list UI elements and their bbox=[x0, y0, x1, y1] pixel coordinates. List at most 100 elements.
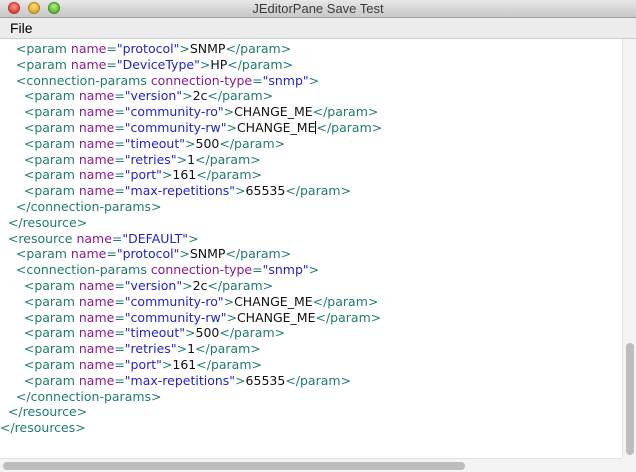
xml-tag: > bbox=[161, 167, 173, 183]
vertical-scroll-thumb[interactable] bbox=[626, 343, 634, 455]
code-line: <param name="port">161</param> bbox=[0, 167, 382, 183]
xml-tag: </connection-params> bbox=[0, 198, 162, 214]
code-line: <param name="DeviceType">HP</param> bbox=[0, 57, 382, 73]
code-line: <connection-params connection-type="snmp… bbox=[0, 262, 382, 278]
xml-tag: > bbox=[179, 41, 190, 56]
xml-attribute-name: name bbox=[70, 56, 107, 72]
code-line: <param name="version">2c</param> bbox=[0, 88, 382, 104]
xml-tag: </resource> bbox=[0, 404, 88, 420]
xml-tag: </param> bbox=[195, 151, 261, 167]
code-line: <param name="retries">1</param> bbox=[0, 341, 382, 357]
xml-tag: = bbox=[114, 119, 125, 135]
xml-attribute-value: "timeout" bbox=[124, 135, 186, 151]
xml-tag: > bbox=[185, 325, 196, 341]
xml-attribute-value: "max-repetitions" bbox=[124, 372, 236, 388]
xml-tag: </param> bbox=[207, 88, 274, 104]
xml-text: HP bbox=[210, 56, 228, 72]
xml-tag: </param> bbox=[285, 372, 352, 388]
horizontal-scrollbar[interactable] bbox=[0, 458, 622, 472]
code-line: <param name="protocol">SNMP</param> bbox=[0, 246, 382, 262]
xml-tag: </param> bbox=[225, 246, 292, 262]
xml-tag: <connection-params bbox=[0, 72, 151, 88]
xml-attribute-name: name bbox=[78, 325, 115, 341]
xml-tag: <resource bbox=[0, 230, 77, 246]
xml-tag: > bbox=[199, 56, 211, 72]
xml-text: CHANGE_ME bbox=[234, 293, 313, 309]
xml-tag: </param> bbox=[312, 104, 379, 120]
code-line: <param name="community-ro">CHANGE_ME</pa… bbox=[0, 104, 382, 120]
xml-tag: = bbox=[114, 293, 125, 309]
xml-attribute-name: name bbox=[78, 293, 115, 309]
xml-tag: </param> bbox=[196, 356, 262, 372]
editor-pane[interactable]: <param name="protocol">SNMP</param> <par… bbox=[0, 39, 622, 458]
xml-tag: </param> bbox=[312, 293, 379, 309]
xml-attribute-name: name bbox=[70, 41, 107, 56]
xml-attribute-value: "version" bbox=[124, 88, 183, 104]
xml-text: 161 bbox=[172, 356, 197, 372]
xml-tag: </param> bbox=[227, 56, 293, 72]
xml-tag: = bbox=[252, 262, 263, 278]
xml-tag: <param bbox=[0, 167, 79, 183]
code-line: </connection-params> bbox=[0, 199, 382, 215]
xml-tag: > bbox=[176, 341, 188, 357]
xml-tag: <param bbox=[0, 151, 79, 167]
xml-tag: > bbox=[226, 119, 237, 135]
xml-attribute-name: name bbox=[78, 135, 115, 151]
code-line: <param name="version">2c</param> bbox=[0, 278, 382, 294]
xml-tag: = bbox=[114, 325, 125, 341]
code-line: </resource> bbox=[0, 215, 382, 231]
xml-tag: > bbox=[308, 262, 320, 278]
window-title: JEditorPane Save Test bbox=[252, 1, 384, 16]
xml-tag: > bbox=[223, 104, 235, 120]
xml-attribute-name: name bbox=[78, 167, 115, 183]
xml-tag: > bbox=[188, 230, 199, 246]
xml-text: 1 bbox=[187, 151, 196, 167]
xml-attribute-name: name bbox=[78, 356, 115, 372]
code-line: <param name="max-repetitions">65535</par… bbox=[0, 183, 382, 199]
code-line: <param name="community-rw">CHANGE_ME</pa… bbox=[0, 310, 382, 326]
xml-tag: = bbox=[106, 41, 117, 56]
xml-attribute-name: name bbox=[78, 277, 115, 293]
xml-tag: = bbox=[114, 183, 125, 199]
xml-attribute-value: "snmp" bbox=[262, 262, 309, 278]
xml-attribute-value: "snmp" bbox=[262, 72, 309, 88]
code-line: <param name="timeout">500</param> bbox=[0, 136, 382, 152]
xml-attribute-name: name bbox=[78, 309, 115, 325]
xml-attribute-name: name bbox=[78, 372, 115, 388]
xml-tag: = bbox=[252, 72, 263, 88]
code-line: </connection-params> bbox=[0, 389, 382, 405]
xml-tag: </param> bbox=[195, 341, 261, 357]
xml-tag: > bbox=[182, 88, 193, 104]
xml-text: CHANGE_ME bbox=[236, 309, 316, 325]
xml-tag: > bbox=[185, 135, 196, 151]
xml-attribute-value: "community-ro" bbox=[124, 104, 224, 120]
xml-text: CHANGE_ME bbox=[236, 119, 316, 135]
xml-tag: = bbox=[106, 246, 117, 262]
xml-tag: > bbox=[176, 151, 188, 167]
xml-document[interactable]: <param name="protocol">SNMP</param> <par… bbox=[0, 41, 382, 436]
xml-attribute-value: "timeout" bbox=[124, 325, 186, 341]
horizontal-scroll-thumb[interactable] bbox=[3, 462, 465, 470]
xml-tag: = bbox=[114, 277, 125, 293]
xml-tag: <param bbox=[0, 104, 79, 120]
xml-tag: = bbox=[114, 356, 125, 372]
vertical-scrollbar[interactable] bbox=[622, 39, 636, 458]
code-line: <param name="protocol">SNMP</param> bbox=[0, 41, 382, 57]
xml-attribute-value: "max-repetitions" bbox=[124, 183, 236, 199]
xml-tag: <param bbox=[0, 325, 79, 341]
xml-text: 2c bbox=[192, 88, 208, 104]
xml-attribute-name: name bbox=[78, 119, 115, 135]
xml-tag: <param bbox=[0, 309, 79, 325]
xml-attribute-name: name bbox=[78, 183, 115, 199]
title-bar[interactable]: JEditorPane Save Test bbox=[0, 0, 636, 18]
xml-attribute-value: "port" bbox=[124, 167, 162, 183]
xml-tag: <param bbox=[0, 119, 79, 135]
xml-tag: <connection-params bbox=[0, 262, 151, 278]
xml-attribute-name: name bbox=[78, 88, 115, 104]
code-line: <param name="community-ro">CHANGE_ME</pa… bbox=[0, 294, 382, 310]
xml-tag: = bbox=[106, 56, 117, 72]
xml-attribute-value: "community-rw" bbox=[124, 309, 227, 325]
xml-attribute-value: "community-ro" bbox=[124, 293, 224, 309]
xml-text: 500 bbox=[195, 135, 220, 151]
file-menu[interactable]: File bbox=[8, 19, 35, 37]
